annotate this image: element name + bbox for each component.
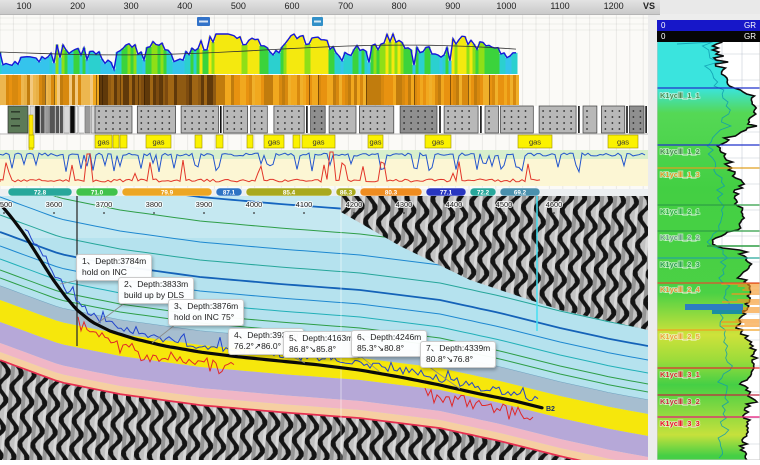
formation-label: K1ycⅢ_2_5: [660, 332, 700, 341]
vs-tick: 900: [445, 1, 460, 11]
seismic-depth-tick: 4600: [546, 200, 563, 209]
gas-marker: [247, 135, 253, 148]
gas-marker: [293, 135, 300, 148]
trajectory-annotation: 6、Depth:4246m85.3°↘80.8°: [351, 330, 427, 357]
interval-segment-value: 72.8: [34, 189, 47, 196]
formation-label: K1ycⅢ_3_1: [660, 370, 700, 379]
annotation-depth: 6、Depth:4246m: [357, 332, 421, 343]
trajectory-annotation: 5、Depth:4163m86.8°↘85.8°: [283, 331, 359, 358]
formation-label: K1ycⅢ_1_2: [660, 147, 700, 156]
seismic-canvas[interactable]: B2 3500 3600 3700 3800 3900 4000 4100 4200 4300 44…: [0, 196, 648, 460]
formation-label: K1ycⅢ_2_3: [660, 260, 700, 269]
formation-label: K1ycⅢ_2_4: [660, 285, 701, 294]
gas-marker: [216, 135, 223, 148]
formation-label: K1ycⅢ_2_1: [660, 207, 700, 216]
vs-tick: 1100: [550, 1, 569, 11]
interval-segment-value: 87.1: [223, 189, 236, 196]
well-log-tracks[interactable]: gas gas gas gas gas gas gas gas 72.8 71.0 79.9 87.1…: [0, 14, 648, 196]
gas-marker-label: gas: [617, 138, 629, 147]
seismic-depth-tick: 4500: [496, 200, 513, 209]
vs-tick: 100: [16, 1, 31, 11]
vs-tick: 1000: [496, 1, 516, 11]
gr-header-blue-label: GR: [744, 21, 756, 30]
gas-marker-label: gas: [432, 138, 444, 147]
vs-tick: 500: [231, 1, 246, 11]
trajectory-annotation: 3、Depth:3876mhold on INC 75°: [168, 299, 244, 326]
gr-panel-canvas[interactable]: K1ycⅢ_1_1 K1ycⅢ_1_2 K1ycⅢ_1_3 K1ycⅢ_2_1 K1yc…: [657, 14, 760, 460]
gas-marker: [29, 135, 34, 148]
gr-header-blue-min: 0: [661, 21, 665, 30]
gas-marker-label: gas: [97, 138, 109, 147]
annotation-depth: 7、Depth:4339m: [426, 343, 490, 354]
annotation-depth: 3、Depth:3876m: [174, 301, 238, 312]
seismic-depth-tick: 4300: [396, 200, 413, 209]
vs-tick: 800: [392, 1, 407, 11]
formation-label: K1ycⅢ_1_1: [660, 91, 700, 100]
trajectory-annotation: 7、Depth:4339m80.8°↘76.8°: [420, 341, 496, 368]
gas-marker: [120, 135, 127, 148]
formation-label: K1ycⅢ_3_3: [660, 419, 700, 428]
formation-label: K1ycⅢ_3_2: [660, 397, 700, 406]
annotation-detail: 86.8°↘85.8°: [289, 344, 353, 355]
interval-segment-value: 86.3: [340, 189, 353, 196]
interval-segment-value: 72.2: [477, 189, 490, 196]
annotation-detail: hold on INC 75°: [174, 312, 238, 323]
gas-marker: [113, 135, 119, 148]
vs-ruler: 100 200 300 400 500 600 700 800 900 1000 1100 1200 V…: [0, 0, 660, 15]
seismic-depth-tick: 3900: [196, 200, 213, 209]
seismic-depth-tick: 4000: [246, 200, 263, 209]
gr-header-black: 0 GR: [657, 31, 760, 42]
vs-tick: 1200: [604, 1, 624, 11]
vs-tick: 400: [177, 1, 192, 11]
vs-tick: 700: [338, 1, 353, 11]
seismic-depth-tick: 3500: [0, 200, 12, 209]
annotation-detail: 80.8°↘76.8°: [426, 354, 490, 365]
vs-tick: 300: [124, 1, 139, 11]
seismic-depth-tick: 3700: [96, 200, 113, 209]
gr-header-black-min: 0: [661, 32, 665, 41]
interval-segment-value: 80.3: [385, 189, 398, 196]
seismic-depth-tick: 4100: [296, 200, 313, 209]
gas-marker-label: gas: [312, 138, 324, 147]
annotation-depth: 1、Depth:3784m: [82, 256, 146, 267]
interval-segment-value: 71.0: [91, 189, 104, 196]
interval-segment-value: 85.4: [283, 189, 296, 196]
gr-header-black-label: GR: [744, 32, 756, 41]
seismic-depth-tick: 4200: [346, 200, 363, 209]
vs-tick: 200: [70, 1, 85, 11]
gr-header-blue: 0 GR: [657, 20, 760, 31]
formation-label: K1ycⅢ_2_2: [660, 233, 700, 242]
gas-marker-label: gas: [268, 138, 280, 147]
seismic-depth-tick: 3600: [46, 200, 63, 209]
formation-label: K1ycⅢ_1_3: [660, 170, 700, 179]
interval-segment-value: 69.2: [514, 189, 527, 196]
panel-divider: [648, 14, 657, 460]
gr-curve-panel[interactable]: K1ycⅢ_1_1 K1ycⅢ_1_2 K1ycⅢ_1_3 K1ycⅢ_2_1 K1yc…: [657, 14, 760, 460]
gas-marker: [195, 135, 202, 148]
vs-tick: 600: [284, 1, 299, 11]
annotation-depth: 2、Depth:3833m: [124, 279, 188, 290]
annotation-depth: 5、Depth:4163m: [289, 333, 353, 344]
well-end-label: B2: [546, 406, 555, 413]
seismic-section[interactable]: B2 3500 3600 3700 3800 3900 4000 4100 4200 4300 44…: [0, 196, 648, 460]
interval-segment-value: 79.9: [161, 189, 174, 196]
vs-unit-label: VS: [643, 1, 655, 11]
well-correlation-app: { "ruler": { "ticks": ["100","200","300"…: [0, 0, 760, 460]
interval-segment-value: 77.1: [440, 189, 453, 196]
ruler-right-pad: [660, 0, 760, 14]
annotation-detail: 85.3°↘80.8°: [357, 343, 421, 354]
seismic-depth-tick: 3800: [146, 200, 163, 209]
gas-marker-label: gas: [152, 138, 164, 147]
seismic-depth-tick: 4400: [446, 200, 463, 209]
gas-marker-label: gas: [529, 138, 541, 147]
gas-marker-label: gas: [369, 138, 381, 147]
